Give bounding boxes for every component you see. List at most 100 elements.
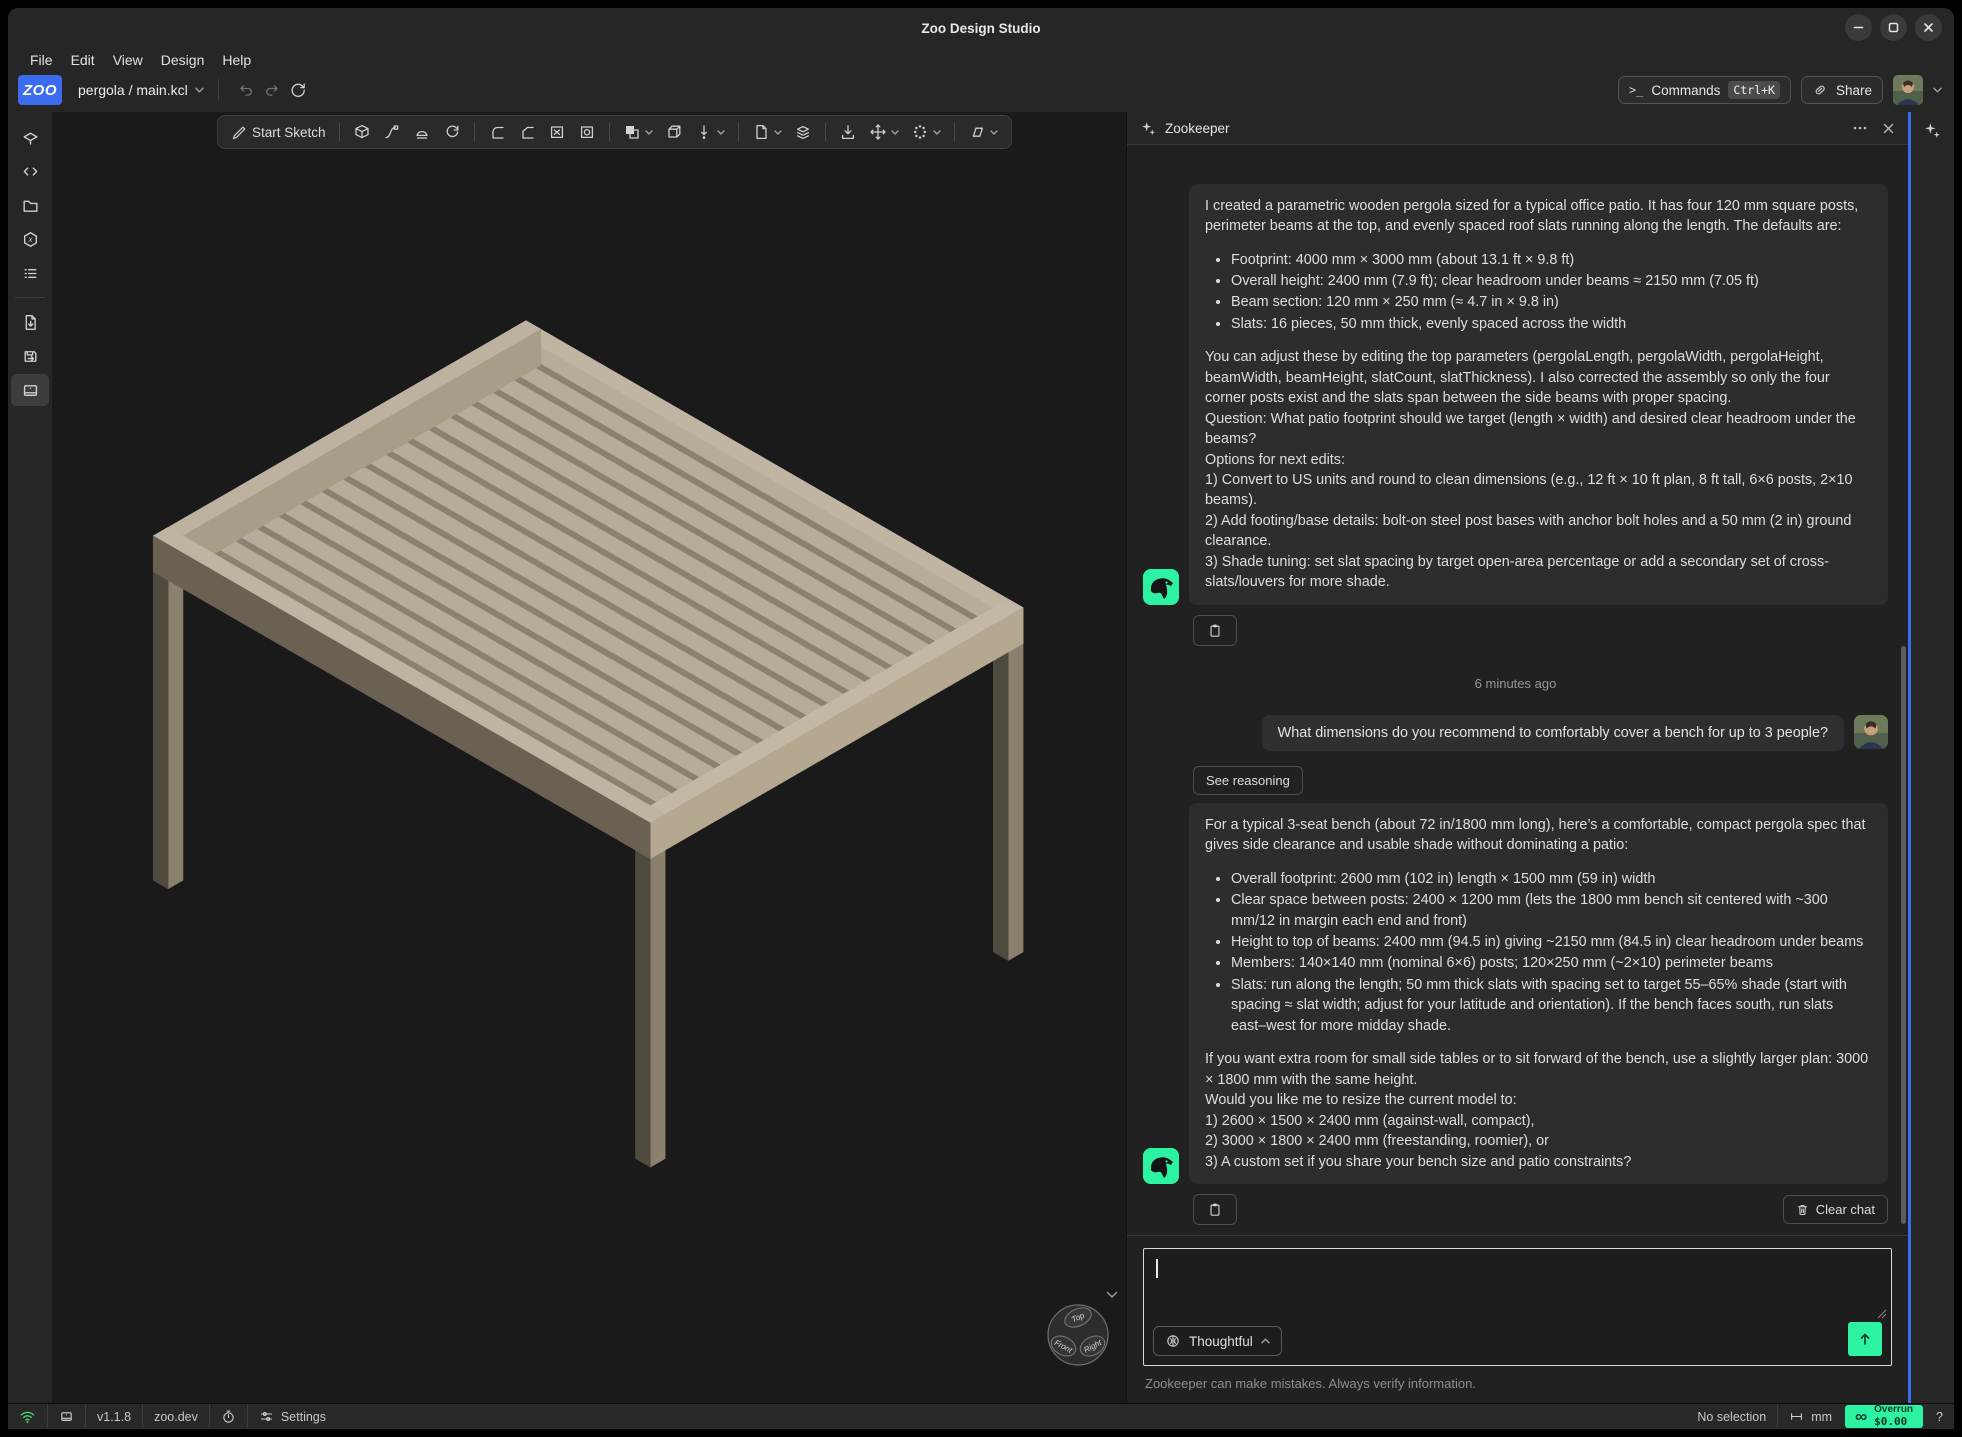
- copy-message-button[interactable]: [1193, 1194, 1237, 1225]
- window-title: Zoo Design Studio: [921, 21, 1040, 36]
- menu-item[interactable]: Design: [153, 50, 213, 70]
- redo-button[interactable]: [259, 77, 285, 103]
- revolve-button[interactable]: [438, 120, 466, 144]
- app-version[interactable]: v1.1.8: [86, 1404, 142, 1429]
- download-file-icon[interactable]: [11, 306, 49, 338]
- zookeeper-avatar: [1143, 1148, 1179, 1184]
- variables-icon[interactable]: x: [11, 223, 49, 255]
- chevron-up-icon: [1261, 1338, 1270, 1344]
- chat-disclaimer: Zookeeper can make mistakes. Always veri…: [1145, 1376, 1890, 1391]
- billing-badge[interactable]: ∞ Overrun $0.00: [1845, 1405, 1923, 1428]
- chat-input[interactable]: Thoughtful: [1143, 1248, 1892, 1366]
- link-icon: [1812, 82, 1828, 98]
- pattern-button[interactable]: [906, 120, 946, 144]
- chevron-down-icon: [645, 130, 653, 135]
- commands-label: Commands: [1651, 83, 1720, 98]
- undo-button[interactable]: [233, 77, 259, 103]
- text-cursor: [1156, 1259, 1158, 1278]
- fillet-icon: [488, 123, 506, 141]
- cage-edit-button[interactable]: [660, 120, 688, 144]
- assistant-message-bubble: I created a parametric wooden pergola si…: [1189, 184, 1888, 605]
- fillet-button[interactable]: [483, 120, 511, 144]
- panel-title: Zookeeper: [1165, 121, 1230, 136]
- user-avatar: [1854, 715, 1888, 749]
- panel-menu-icon[interactable]: [1853, 126, 1867, 130]
- gizmo-collapse-chevron[interactable]: [1106, 1291, 1118, 1299]
- minimize-button[interactable]: [1845, 14, 1872, 41]
- shell-icon: [548, 123, 566, 141]
- network-status[interactable]: [8, 1404, 47, 1429]
- model-name: Thoughtful: [1189, 1334, 1253, 1349]
- sliders-icon: [259, 1409, 274, 1424]
- copy-message-button[interactable]: [1193, 615, 1237, 646]
- feature-tree-icon[interactable]: [11, 121, 49, 153]
- divider: [339, 123, 340, 141]
- import-button[interactable]: [834, 120, 862, 144]
- user-avatar[interactable]: [1893, 75, 1923, 105]
- bullet-item: Overall footprint: 2600 mm (102 in) leng…: [1231, 869, 1872, 889]
- message-paragraph: You can adjust these by editing the top …: [1205, 347, 1872, 592]
- project-breadcrumb[interactable]: pergola / main.kcl: [78, 82, 204, 98]
- menu-item[interactable]: View: [105, 50, 151, 70]
- menu-item[interactable]: File: [22, 50, 61, 70]
- see-reasoning-button[interactable]: See reasoning: [1193, 766, 1303, 795]
- close-button[interactable]: [1915, 14, 1942, 41]
- brain-icon: [1165, 1333, 1181, 1349]
- clipboard-icon: [1208, 623, 1222, 638]
- loft-icon: [413, 123, 431, 141]
- pergola-model[interactable]: [52, 112, 1126, 1403]
- extrude-button[interactable]: [348, 120, 376, 144]
- cage-icon: [665, 123, 683, 141]
- viewport-3d[interactable]: Start Sketch: [52, 112, 1126, 1403]
- orientation-gizmo[interactable]: Top Front Right: [1046, 1303, 1110, 1367]
- units-indicator[interactable]: mm: [1778, 1404, 1843, 1429]
- boolean-button[interactable]: [618, 120, 658, 144]
- chevron-down-icon[interactable]: [1933, 87, 1942, 93]
- zoo-logo[interactable]: ZOO: [18, 75, 62, 105]
- layers-button[interactable]: [789, 120, 817, 144]
- commands-button[interactable]: >_ Commands Ctrl+K: [1618, 76, 1791, 104]
- panel-close-icon[interactable]: [1883, 123, 1894, 134]
- chamfer-button[interactable]: [513, 120, 541, 144]
- zookeeper-panel-header: Zookeeper: [1127, 112, 1908, 145]
- send-button[interactable]: [1848, 1322, 1882, 1356]
- site-link[interactable]: zoo.dev: [143, 1404, 209, 1429]
- machine-panel-icon[interactable]: [11, 374, 49, 406]
- refresh-button[interactable]: [285, 77, 311, 103]
- shell-button[interactable]: [543, 120, 571, 144]
- logs-list-icon[interactable]: [11, 257, 49, 289]
- machine-status[interactable]: [48, 1404, 85, 1429]
- menu-item[interactable]: Help: [214, 50, 259, 70]
- resize-grip-icon[interactable]: [1877, 1309, 1887, 1319]
- modeling-toolbar: Start Sketch: [217, 115, 1012, 149]
- chat-scrollbar[interactable]: [1901, 646, 1906, 1224]
- export-file-icon[interactable]: [11, 340, 49, 372]
- menu-item[interactable]: Edit: [63, 50, 103, 70]
- share-button[interactable]: Share: [1801, 76, 1883, 104]
- insert-button[interactable]: [747, 120, 787, 144]
- hole-button[interactable]: [573, 120, 601, 144]
- clear-chat-button[interactable]: Clear chat: [1783, 1195, 1888, 1224]
- project-files-icon[interactable]: [11, 189, 49, 221]
- code-editor-icon[interactable]: [11, 155, 49, 187]
- zookeeper-tab-icon[interactable]: [1924, 122, 1941, 139]
- move-button[interactable]: [864, 120, 904, 144]
- maximize-button[interactable]: [1880, 14, 1907, 41]
- arrow-up-icon: [1857, 1331, 1873, 1347]
- timer-status[interactable]: [210, 1404, 247, 1429]
- wifi-icon: [19, 1409, 36, 1424]
- divider: [474, 123, 475, 141]
- plane-button[interactable]: [963, 120, 1003, 144]
- model-selector-button[interactable]: Thoughtful: [1153, 1326, 1282, 1356]
- loft-button[interactable]: [408, 120, 436, 144]
- point-move-button[interactable]: [690, 120, 730, 144]
- help-button[interactable]: ?: [1925, 1404, 1954, 1429]
- start-sketch-button[interactable]: Start Sketch: [226, 121, 331, 144]
- window-controls: [1845, 14, 1942, 41]
- sweep-button[interactable]: [378, 120, 406, 144]
- start-sketch-label: Start Sketch: [252, 125, 326, 140]
- settings-button[interactable]: Settings: [248, 1404, 337, 1429]
- chevron-down-icon: [933, 130, 941, 135]
- import-icon: [839, 123, 857, 141]
- chat-message-list[interactable]: I created a parametric wooden pergola si…: [1127, 145, 1908, 1235]
